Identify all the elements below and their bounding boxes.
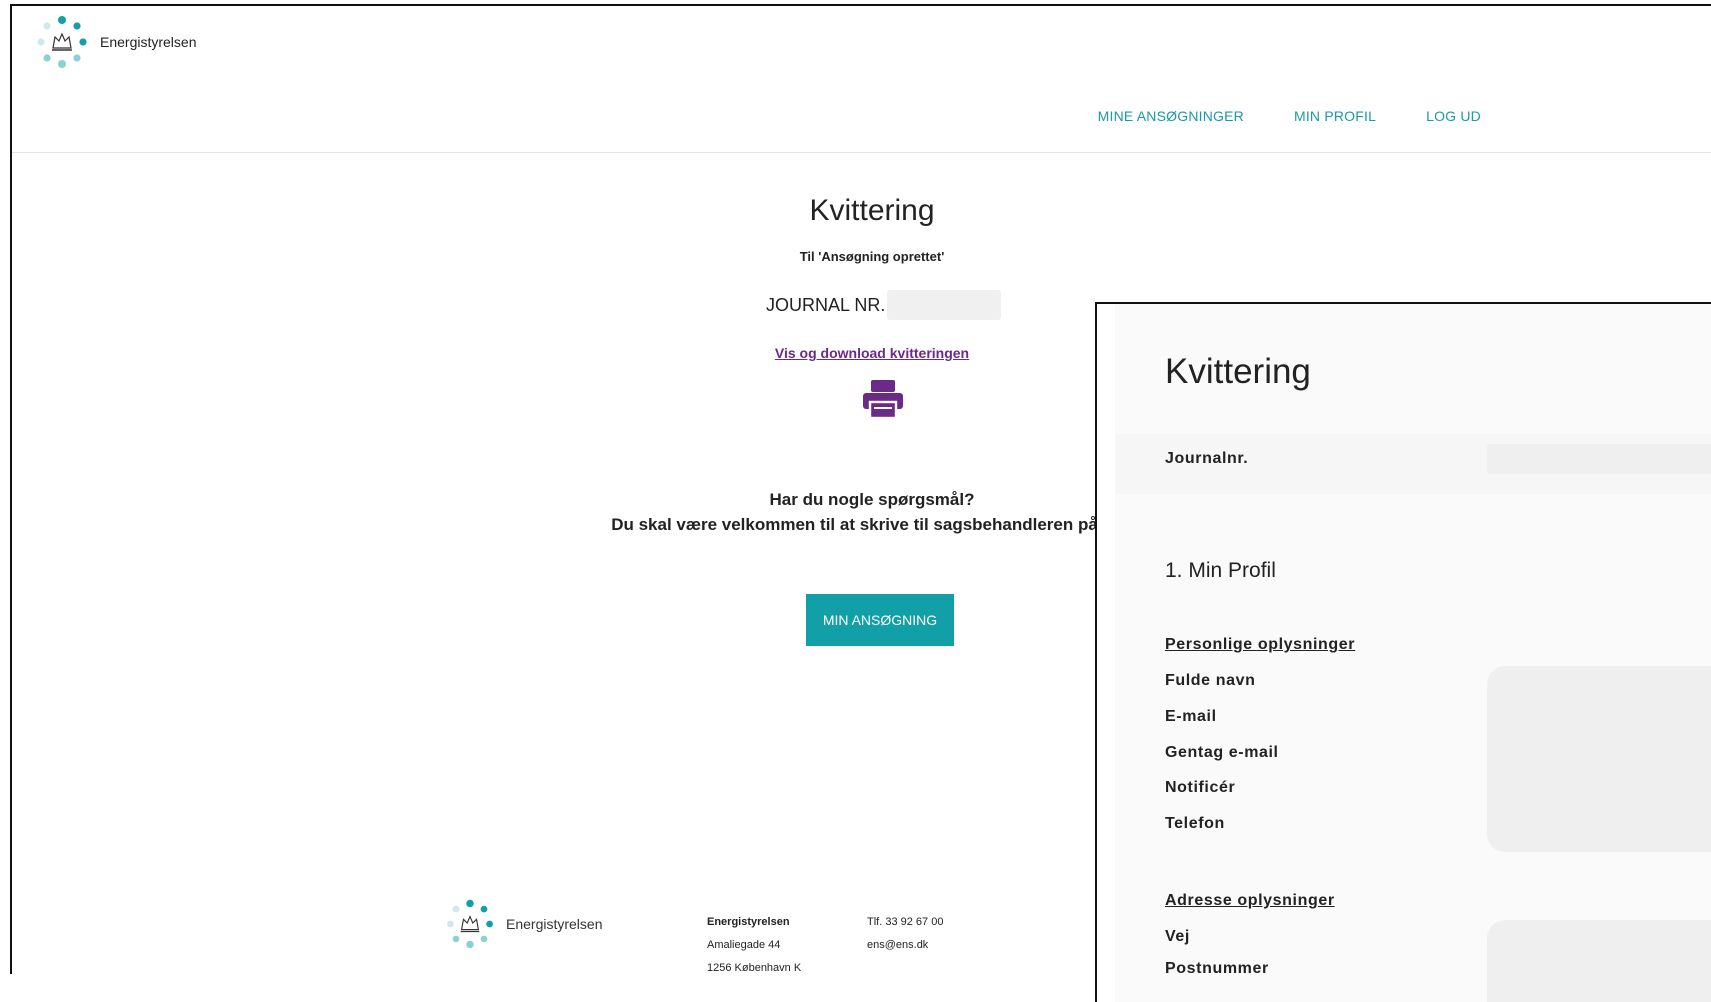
site-header: Energistyrelsen MINE ANSØGNINGER MIN PRO… <box>12 6 1711 153</box>
footer-street: Amaliegade 44 <box>707 939 781 951</box>
printer-icon[interactable] <box>861 378 905 420</box>
personal-values-redacted <box>1487 666 1711 852</box>
nav-mine-ansogninger[interactable]: MINE ANSØGNINGER <box>1098 108 1244 124</box>
journal-label: JOURNAL NR. <box>766 294 886 315</box>
field-gentag-email: Gentag e-mail <box>1165 744 1279 761</box>
field-email: E-mail <box>1165 708 1217 725</box>
journal-number: JOURNAL NR. <box>766 290 1002 320</box>
footer-contact: Tlf. 33 92 67 00 ens@ens.dk <box>867 911 943 957</box>
crown-dots-icon <box>447 899 493 949</box>
footer-email[interactable]: ens@ens.dk <box>867 934 943 957</box>
field-fulde-navn: Fulde navn <box>1165 672 1256 689</box>
download-receipt-link[interactable]: Vis og download kvitteringen <box>775 345 969 361</box>
footer-phone[interactable]: Tlf. 33 92 67 00 <box>867 911 943 934</box>
footer-org: Energistyrelsen <box>707 916 790 928</box>
receipt-journal-label: Journalnr. <box>1165 450 1249 467</box>
receipt-title: Kvittering <box>1165 352 1311 391</box>
field-notificer: Notificér <box>1165 779 1236 796</box>
field-telefon: Telefon <box>1165 815 1225 832</box>
personal-info-heading: Personlige oplysninger <box>1165 636 1356 653</box>
receipt-document: Kvittering Journalnr. 1. Min Profil Pers… <box>1115 304 1711 1002</box>
energistyrelsen-logo[interactable]: Energistyrelsen <box>32 12 197 72</box>
nav-log-ud[interactable]: LOG UD <box>1426 108 1481 124</box>
address-values-redacted <box>1487 920 1711 1002</box>
min-ansogning-button[interactable]: MIN ANSØGNING <box>806 594 954 646</box>
footer-city: 1256 København K <box>707 962 802 974</box>
page-title: Kvittering <box>809 194 935 227</box>
footer-logo[interactable]: Energistyrelsen <box>442 896 603 952</box>
receipt-journal-value-redacted <box>1487 444 1711 474</box>
page-subtitle: Til 'Ansøgning oprettet' <box>799 249 945 264</box>
main-nav: MINE ANSØGNINGER MIN PROFIL LOG UD <box>1098 108 1481 124</box>
address-info-heading: Adresse oplysninger <box>1165 892 1335 909</box>
nav-min-profil[interactable]: MIN PROFIL <box>1294 108 1376 124</box>
site-footer: Energistyrelsen Energistyrelsen Amaliega… <box>12 896 1112 974</box>
field-vej: Vej <box>1165 928 1190 945</box>
footer-address: Energistyrelsen Amaliegade 44 1256 Køben… <box>707 911 801 974</box>
journal-value-redacted <box>887 290 1002 320</box>
logo-text: Energistyrelsen <box>100 34 197 50</box>
section-min-profil: 1. Min Profil <box>1165 559 1276 582</box>
crown-dots-icon <box>37 16 87 68</box>
field-postnummer: Postnummer <box>1165 960 1269 977</box>
receipt-document-panel: Kvittering Journalnr. 1. Min Profil Pers… <box>1095 302 1711 1002</box>
footer-logo-text: Energistyrelsen <box>506 916 603 932</box>
